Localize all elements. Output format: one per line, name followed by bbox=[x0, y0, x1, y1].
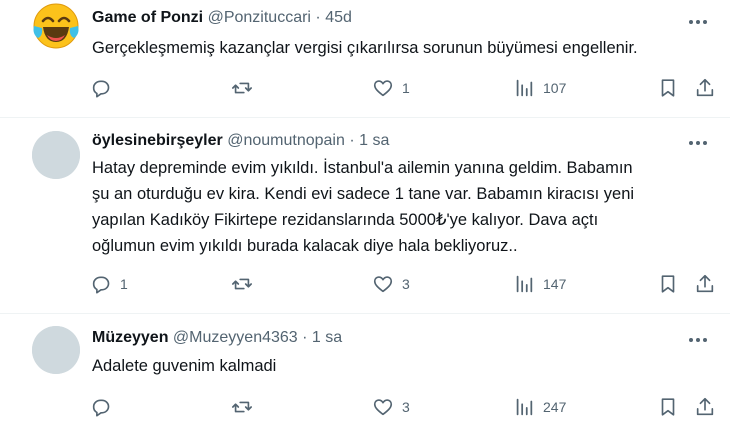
bookmark-icon bbox=[661, 275, 675, 293]
separator-dot: · bbox=[302, 329, 308, 346]
views-chart-icon bbox=[516, 398, 533, 416]
like-count: 1 bbox=[402, 80, 410, 96]
avatar[interactable] bbox=[32, 326, 80, 374]
default-avatar-icon bbox=[32, 131, 80, 179]
tweet-actions: 1 107 bbox=[80, 73, 720, 103]
like-button[interactable]: 3 bbox=[372, 269, 410, 299]
timestamp[interactable]: 1 sa bbox=[359, 132, 389, 149]
retweet-button[interactable] bbox=[231, 73, 261, 103]
like-count: 3 bbox=[402, 399, 410, 415]
retweet-icon bbox=[232, 278, 252, 290]
tweet-header: Game of Ponzi @Ponzituccari · 45d bbox=[92, 7, 352, 29]
username[interactable]: @Ponzituccari bbox=[208, 9, 311, 26]
tweet-actions: 1 3 147 bbox=[80, 269, 720, 299]
reply-count: 1 bbox=[120, 276, 128, 292]
separator-dot: · bbox=[349, 132, 355, 149]
avatar[interactable] bbox=[32, 131, 80, 179]
reply-button[interactable]: 1 bbox=[90, 269, 128, 299]
tweet-header: öylesinebirşeyler @noumutnopain · 1 sa bbox=[92, 130, 389, 152]
share-icon bbox=[696, 78, 714, 97]
display-name[interactable]: Müzeyyen bbox=[92, 329, 168, 346]
like-count: 3 bbox=[402, 276, 410, 292]
tweet[interactable]: Müzeyyen @Muzeyyen4363 · 1 sa Adalete gu… bbox=[0, 314, 730, 420]
avatar[interactable] bbox=[32, 2, 80, 50]
like-button[interactable]: 3 bbox=[372, 392, 410, 422]
reply-icon bbox=[92, 399, 110, 417]
timestamp[interactable]: 1 sa bbox=[312, 329, 342, 346]
bookmark-button[interactable] bbox=[657, 392, 679, 422]
bookmark-button[interactable] bbox=[657, 269, 679, 299]
display-name[interactable]: öylesinebirşeyler bbox=[92, 132, 223, 149]
view-count: 107 bbox=[543, 80, 567, 96]
more-options-button[interactable] bbox=[686, 133, 710, 153]
retweet-button[interactable] bbox=[231, 392, 261, 422]
tweet-text: Gerçekleşmemiş kazançlar vergisi çıkarıl… bbox=[92, 39, 638, 57]
more-options-button[interactable] bbox=[686, 12, 710, 32]
reply-icon bbox=[92, 80, 110, 98]
tweet[interactable]: öylesinebirşeyler @noumutnopain · 1 sa H… bbox=[0, 118, 730, 314]
reply-button[interactable] bbox=[90, 392, 120, 422]
bookmark-icon bbox=[661, 398, 675, 416]
heart-icon bbox=[373, 276, 393, 293]
reply-icon bbox=[92, 276, 110, 294]
separator-dot: · bbox=[315, 9, 321, 26]
heart-icon bbox=[373, 80, 393, 97]
reply-button[interactable] bbox=[90, 73, 120, 103]
more-options-button[interactable] bbox=[686, 330, 710, 350]
tweet[interactable]: Game of Ponzi @Ponzituccari · 45d Gerçek… bbox=[0, 0, 730, 118]
views-button[interactable]: 107 bbox=[513, 73, 566, 103]
tweet-text: Adalete guvenim kalmadi bbox=[92, 357, 277, 375]
retweet-button[interactable] bbox=[231, 269, 261, 299]
like-button[interactable]: 1 bbox=[372, 73, 410, 103]
username[interactable]: @noumutnopain bbox=[227, 132, 345, 149]
bookmark-button[interactable] bbox=[657, 73, 679, 103]
share-icon bbox=[696, 274, 714, 293]
share-button[interactable] bbox=[694, 392, 716, 422]
tweet-text: Hatay depreminde evim yıkıldı. İstanbul'… bbox=[92, 159, 635, 255]
retweet-icon bbox=[232, 401, 252, 413]
views-button[interactable]: 247 bbox=[513, 392, 566, 422]
laughing-crying-emoji-icon bbox=[33, 3, 79, 49]
share-button[interactable] bbox=[694, 269, 716, 299]
retweet-icon bbox=[232, 82, 252, 94]
display-name[interactable]: Game of Ponzi bbox=[92, 9, 203, 26]
views-button[interactable]: 147 bbox=[513, 269, 566, 299]
share-icon bbox=[696, 397, 714, 416]
tweet-actions: 3 247 bbox=[80, 392, 720, 422]
default-avatar-icon bbox=[32, 326, 80, 374]
username[interactable]: @Muzeyyen4363 bbox=[173, 329, 298, 346]
view-count: 247 bbox=[543, 399, 567, 415]
tweet-header: Müzeyyen @Muzeyyen4363 · 1 sa bbox=[92, 327, 342, 349]
heart-icon bbox=[373, 399, 393, 416]
views-chart-icon bbox=[516, 79, 533, 97]
timestamp[interactable]: 45d bbox=[325, 9, 352, 26]
views-chart-icon bbox=[516, 275, 533, 293]
view-count: 147 bbox=[543, 276, 567, 292]
bookmark-icon bbox=[661, 79, 675, 97]
share-button[interactable] bbox=[694, 73, 716, 103]
